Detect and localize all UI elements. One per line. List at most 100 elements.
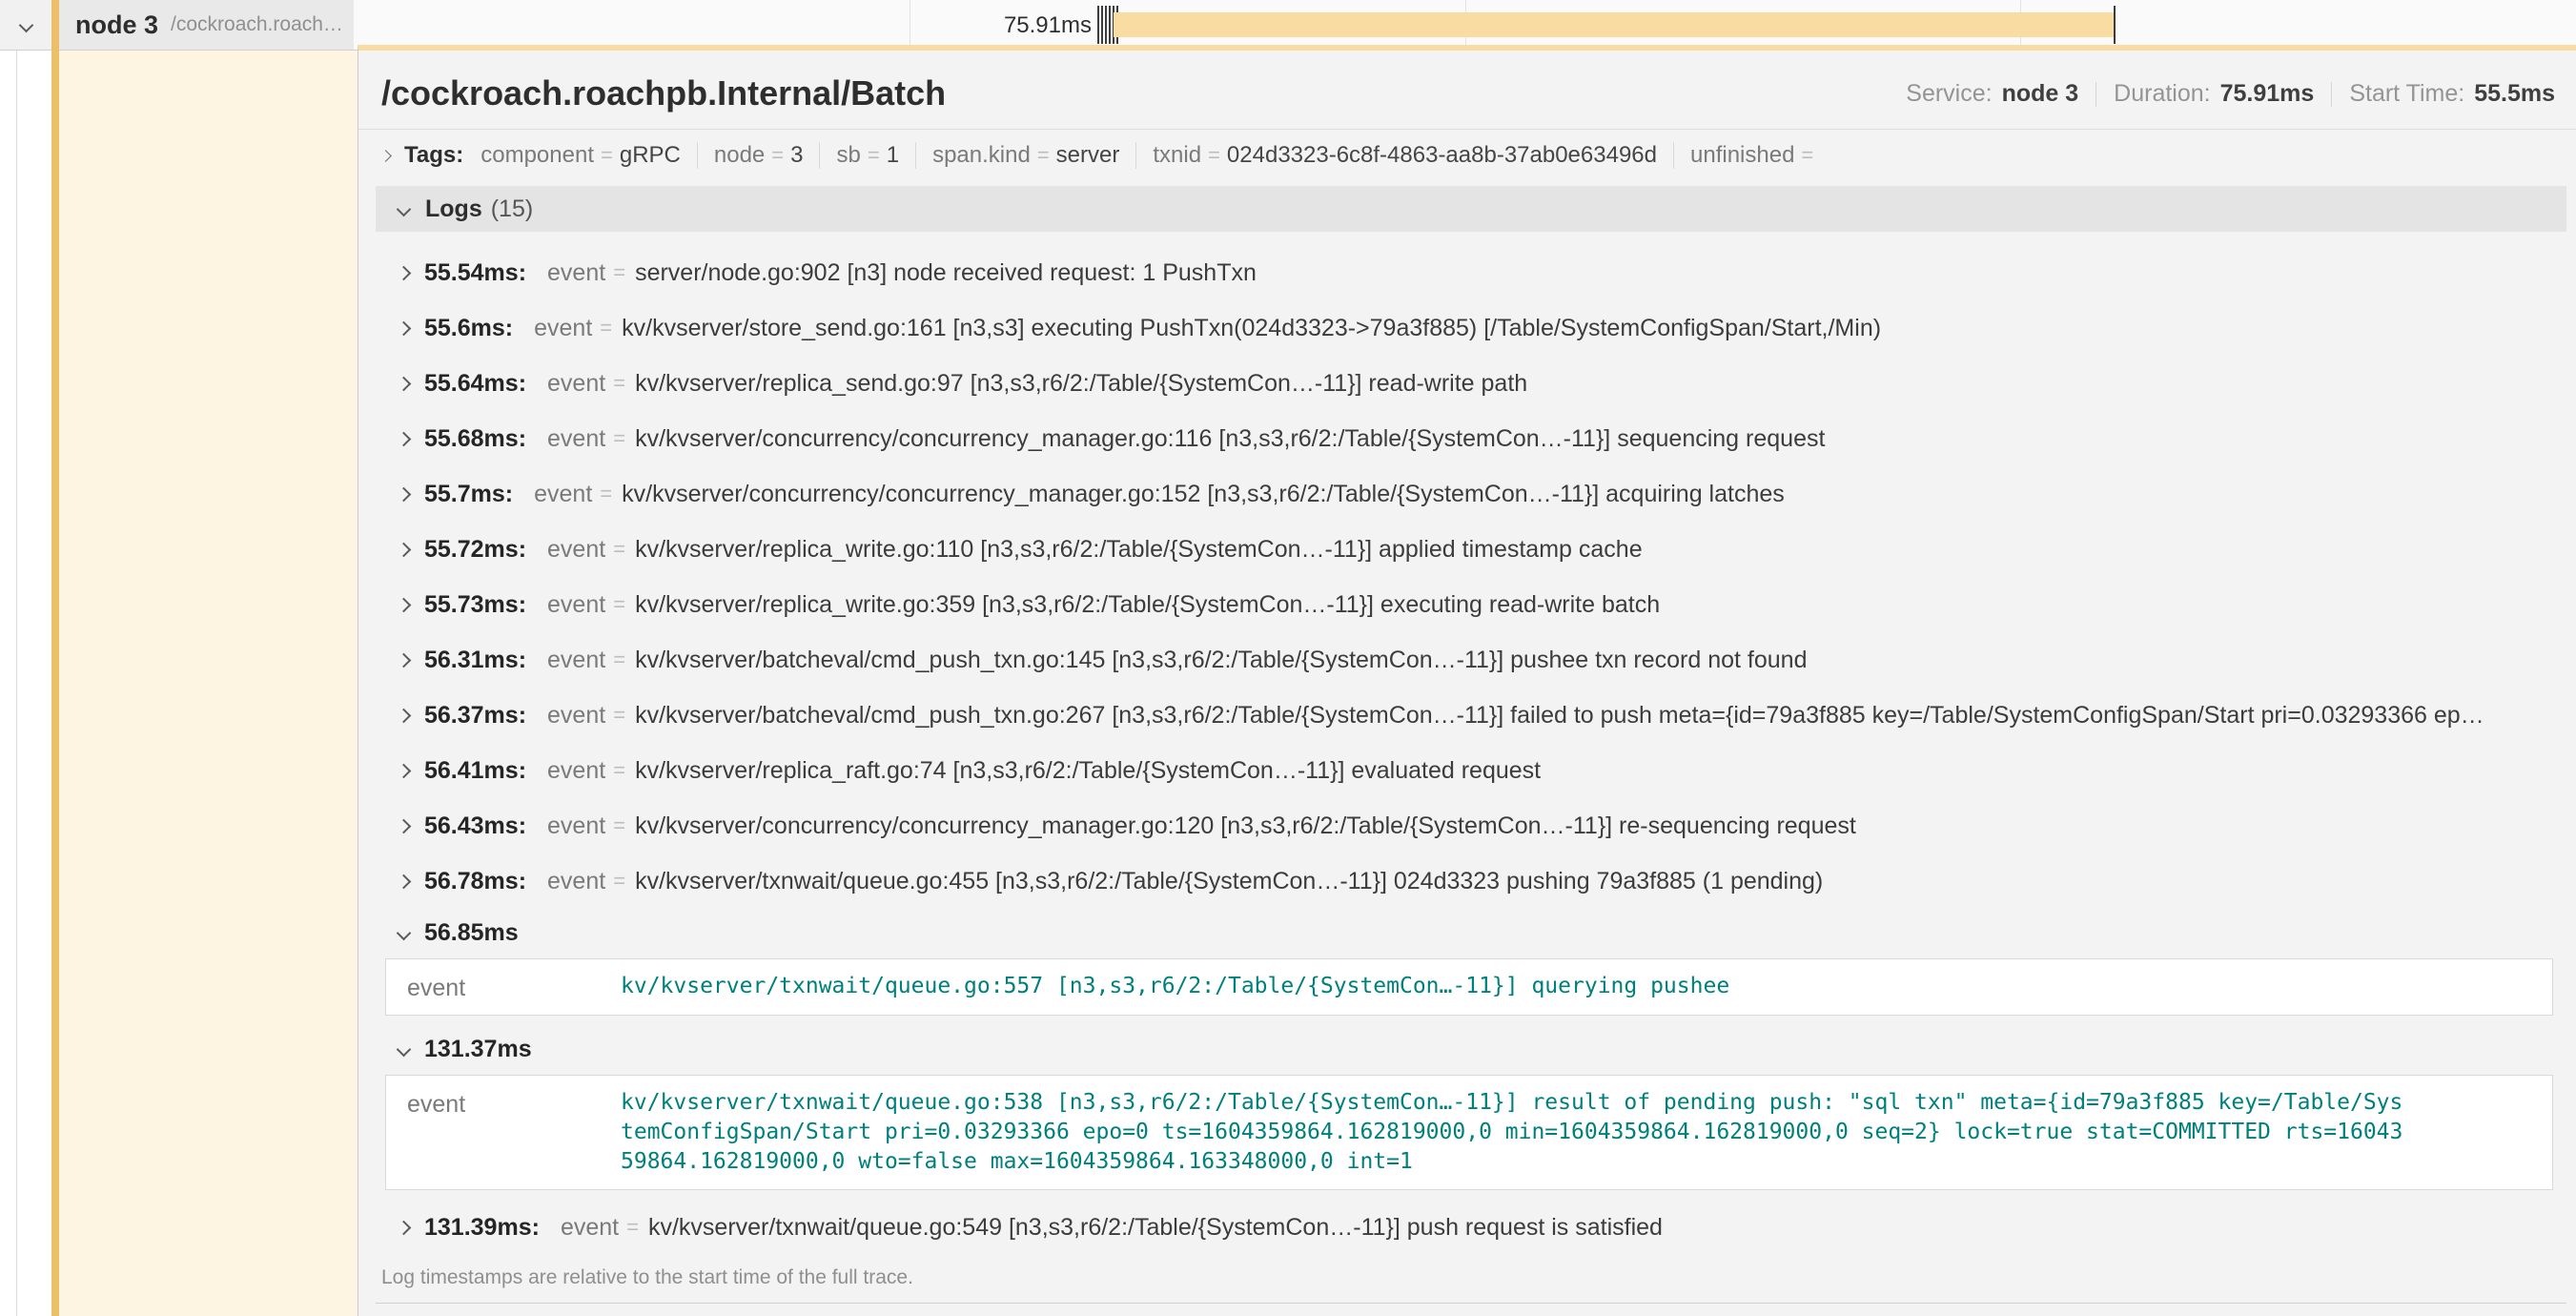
- tag-key: sb: [836, 142, 860, 169]
- chevron-right-icon: [399, 1220, 411, 1235]
- tag-key: unfinished: [1690, 142, 1794, 169]
- tag-value: server: [1056, 142, 1120, 169]
- log-field-key: event: [547, 425, 605, 453]
- tag-node: node = 3: [714, 142, 804, 169]
- log-event-value: kv/kvserver/txnwait/queue.go:557 [n3,s3,…: [621, 972, 2405, 1001]
- span-title: /cockroach.roachpb.Internal/Batch: [381, 73, 946, 113]
- span-operation-name: /cockroach.roach…: [171, 13, 343, 36]
- log-timestamp: 55.64ms:: [424, 370, 526, 398]
- service-color-stripe: [51, 0, 59, 1316]
- equals-sign: =: [613, 592, 625, 617]
- tag-separator: [915, 142, 916, 169]
- log-message: kv/kvserver/replica_write.go:110 [n3,s3,…: [635, 536, 1643, 564]
- log-message: kv/kvserver/txnwait/queue.go:549 [n3,s3,…: [648, 1214, 1663, 1242]
- span-timeline: 75.91ms: [354, 0, 2576, 50]
- log-timestamp: 55.6ms:: [424, 315, 513, 342]
- log-message: kv/kvserver/replica_write.go:359 [n3,s3,…: [635, 591, 1660, 619]
- tags-accordion[interactable]: Tags: component = gRPC node = 3 sb = 1 s…: [358, 130, 2576, 180]
- collapse-span-button[interactable]: [0, 0, 51, 50]
- log-message: kv/kvserver/concurrency/concurrency_mana…: [635, 425, 1825, 453]
- log-row[interactable]: 56.37ms: event = kv/kvserver/batcheval/c…: [399, 688, 2566, 743]
- log-message: kv/kvserver/txnwait/queue.go:455 [n3,s3,…: [635, 868, 1823, 895]
- equals-sign: =: [600, 482, 612, 506]
- chevron-right-icon: [399, 708, 411, 723]
- log-timestamp: 55.54ms:: [424, 259, 526, 287]
- log-tick-mark: [1097, 6, 1099, 44]
- tag-key: txnid: [1153, 142, 1201, 169]
- log-field-key: event: [547, 536, 605, 564]
- log-tick-mark: [2114, 6, 2116, 44]
- equals-sign: =: [771, 143, 784, 168]
- log-timestamp: 55.7ms:: [424, 481, 513, 508]
- chevron-down-icon: [18, 17, 33, 32]
- log-event-detail: event kv/kvserver/txnwait/queue.go:538 […: [385, 1075, 2553, 1190]
- chevron-down-icon: [397, 201, 412, 216]
- log-tick-mark: [1105, 6, 1107, 44]
- meta-service: Service: node 3: [1906, 80, 2078, 108]
- log-message: kv/kvserver/store_send.go:161 [n3,s3] ex…: [622, 315, 1881, 342]
- meta-label: Duration:: [2114, 80, 2210, 108]
- log-row[interactable]: 55.6ms: event = kv/kvserver/store_send.g…: [399, 300, 2566, 356]
- log-message: kv/kvserver/batcheval/cmd_push_txn.go:14…: [635, 647, 1807, 674]
- chevron-right-icon: [399, 265, 411, 280]
- chevron-right-icon: [399, 818, 411, 833]
- log-row[interactable]: 131.39ms: event = kv/kvserver/txnwait/qu…: [399, 1200, 2566, 1255]
- log-row[interactable]: 55.72ms: event = kv/kvserver/replica_wri…: [399, 522, 2566, 577]
- chevron-right-icon: [399, 763, 411, 778]
- logs-list: 55.54ms: event = server/node.go:902 [n3]…: [358, 232, 2576, 1255]
- log-timestamp: 131.39ms:: [424, 1214, 540, 1242]
- log-field-key: event: [407, 972, 621, 1002]
- log-row[interactable]: 56.41ms: event = kv/kvserver/replica_raf…: [399, 743, 2566, 798]
- meta-start-time: Start Time: 55.5ms: [2349, 80, 2555, 108]
- log-row[interactable]: 55.73ms: event = kv/kvserver/replica_wri…: [399, 577, 2566, 632]
- log-row-expanded[interactable]: 56.85ms: [399, 909, 2566, 956]
- equals-sign: =: [1208, 143, 1220, 168]
- log-row[interactable]: 56.78ms: event = kv/kvserver/txnwait/que…: [399, 853, 2566, 909]
- log-timestamp: 56.85ms: [424, 919, 519, 947]
- log-timestamp: 56.43ms:: [424, 812, 526, 840]
- chevron-down-icon: [397, 925, 412, 940]
- log-message: kv/kvserver/batcheval/cmd_push_txn.go:26…: [635, 702, 2484, 730]
- log-row[interactable]: 55.54ms: event = server/node.go:902 [n3]…: [399, 245, 2566, 300]
- meta-value: node 3: [2002, 80, 2079, 108]
- span-name-cell[interactable]: node 3 /cockroach.roach…: [59, 0, 354, 50]
- log-row[interactable]: 55.64ms: event = kv/kvserver/replica_sen…: [399, 356, 2566, 411]
- log-event-detail: event kv/kvserver/txnwait/queue.go:557 […: [385, 958, 2553, 1016]
- equals-sign: =: [613, 426, 625, 451]
- logs-title: Logs: [425, 195, 482, 223]
- chevron-down-icon: [397, 1041, 412, 1057]
- selected-row-highlight-column: [59, 51, 358, 1316]
- logs-count: (15): [491, 195, 533, 223]
- log-field-key: event: [547, 259, 605, 287]
- log-row[interactable]: 56.43ms: event = kv/kvserver/concurrency…: [399, 798, 2566, 853]
- log-row[interactable]: 55.7ms: event = kv/kvserver/concurrency/…: [399, 466, 2566, 522]
- equals-sign: =: [1037, 143, 1050, 168]
- meta-label: Start Time:: [2349, 80, 2464, 108]
- tag-key: component: [480, 142, 594, 169]
- equals-sign: =: [613, 813, 625, 838]
- tag-separator: [819, 142, 820, 169]
- tag-txnid: txnid = 024d3323-6c8f-4863-aa8b-37ab0e63…: [1153, 142, 1657, 169]
- log-row-expanded[interactable]: 131.37ms: [399, 1025, 2566, 1073]
- logs-accordion-header[interactable]: Logs (15): [376, 186, 2566, 232]
- tag-separator: [1673, 142, 1674, 169]
- tag-unfinished: unfinished =: [1690, 142, 1820, 169]
- span-duration-bar[interactable]: [1114, 12, 2114, 37]
- log-message: server/node.go:902 [n3] node received re…: [635, 259, 1257, 287]
- log-row[interactable]: 56.31ms: event = kv/kvserver/batcheval/c…: [399, 632, 2566, 688]
- log-row[interactable]: 55.68ms: event = kv/kvserver/concurrency…: [399, 411, 2566, 466]
- tag-value: gRPC: [620, 142, 681, 169]
- equals-sign: =: [613, 869, 625, 894]
- chevron-right-icon: [399, 486, 411, 502]
- log-message: kv/kvserver/concurrency/concurrency_mana…: [635, 812, 1856, 840]
- span-duration-label: 75.91ms: [888, 12, 1092, 39]
- log-field-key: event: [534, 481, 592, 508]
- equals-sign: =: [868, 143, 880, 168]
- log-timestamp: 56.78ms:: [424, 868, 526, 895]
- equals-sign: =: [613, 758, 625, 783]
- equals-sign: =: [600, 316, 612, 340]
- span-detail-header: /cockroach.roachpb.Internal/Batch Servic…: [358, 51, 2576, 130]
- trace-span-row: node 3 /cockroach.roach… 75.91ms: [0, 0, 2576, 51]
- tag-sb: sb = 1: [836, 142, 899, 169]
- equals-sign: =: [1801, 143, 1813, 168]
